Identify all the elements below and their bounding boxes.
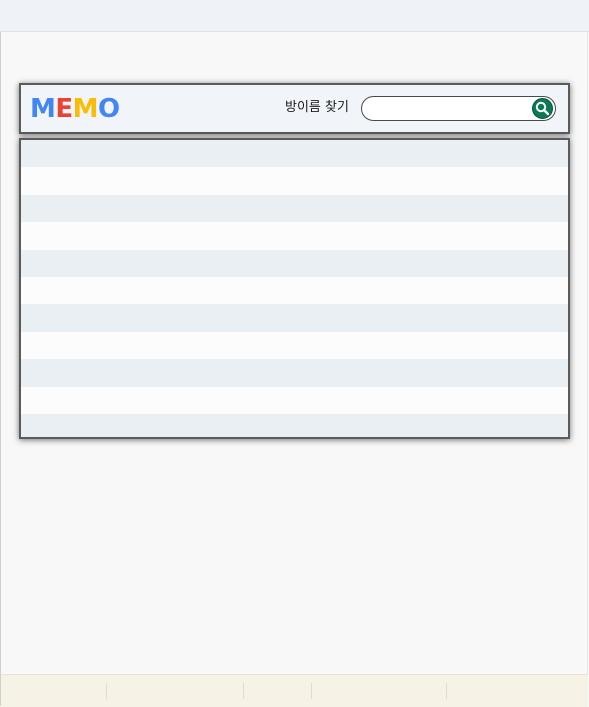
memo-logo: MEMO <box>30 94 120 124</box>
search-button[interactable] <box>532 98 553 119</box>
list-item[interactable] <box>21 359 568 387</box>
list-item[interactable] <box>21 304 568 332</box>
logo-letter-e: E <box>55 94 73 124</box>
room-search-box <box>361 96 556 121</box>
browser-top-bar <box>0 0 589 32</box>
list-item[interactable] <box>21 140 568 168</box>
list-item[interactable] <box>21 276 568 305</box>
logo-letter-m1: M <box>30 94 56 124</box>
status-bar-divider <box>106 683 107 699</box>
memo-header: MEMO 방이름 찾기 <box>19 83 570 134</box>
list-item[interactable] <box>21 331 568 360</box>
list-item[interactable] <box>21 386 568 414</box>
status-bar-divider <box>311 683 312 699</box>
memo-panel: MEMO 방이름 찾기 <box>19 83 570 439</box>
logo-letter-m2: M <box>72 94 99 124</box>
room-search-label: 방이름 찾기 <box>285 100 349 115</box>
status-bar-divider <box>446 683 447 699</box>
list-item[interactable] <box>21 222 568 250</box>
room-search-input[interactable] <box>370 100 525 117</box>
status-bar <box>1 674 588 707</box>
memo-room-list <box>19 138 570 439</box>
list-item[interactable] <box>21 194 568 223</box>
status-bar-divider <box>243 683 244 699</box>
list-item[interactable] <box>21 167 568 195</box>
list-item[interactable] <box>21 413 568 437</box>
list-item[interactable] <box>21 249 568 277</box>
logo-letter-o: O <box>98 94 120 124</box>
